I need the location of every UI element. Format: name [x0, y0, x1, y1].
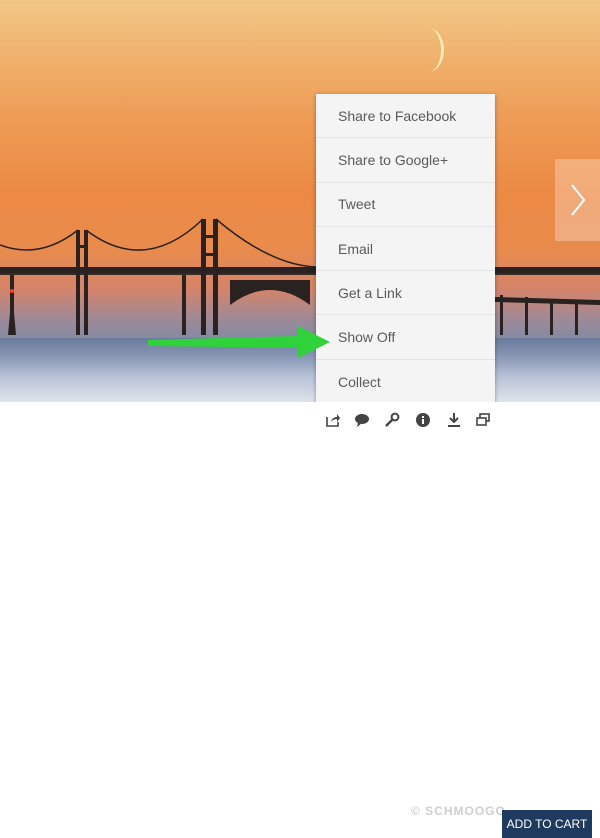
share-menu: Share to Facebook Share to Google+ Tweet…: [316, 94, 495, 407]
slideshow-icon[interactable]: [475, 412, 491, 428]
menu-item-share-google[interactable]: Share to Google+: [316, 138, 495, 183]
download-icon[interactable]: [446, 412, 462, 428]
watermark: © SCHMOOGO: [411, 804, 506, 818]
moon: [413, 28, 444, 72]
menu-item-tweet[interactable]: Tweet: [316, 183, 495, 227]
next-image-button[interactable]: [555, 159, 600, 241]
bottom-toolbar: © SCHMOOGO ADD TO CART: [0, 402, 600, 838]
bridge-silhouette: [0, 218, 600, 335]
menu-item-collect[interactable]: Collect: [316, 360, 495, 404]
comment-icon[interactable]: [354, 412, 370, 428]
menu-item-show-off[interactable]: Show Off: [316, 315, 495, 360]
add-to-cart-button[interactable]: ADD TO CART: [502, 810, 592, 838]
menu-item-share-facebook[interactable]: Share to Facebook: [316, 94, 495, 139]
menu-item-email[interactable]: Email: [316, 227, 495, 272]
green-arrow-annotation: [148, 326, 330, 358]
chevron-right-icon: [570, 184, 585, 216]
menu-item-get-link[interactable]: Get a Link: [316, 271, 495, 316]
wrench-icon[interactable]: [384, 412, 400, 428]
info-icon[interactable]: [415, 412, 431, 428]
share-icon[interactable]: [325, 412, 341, 428]
